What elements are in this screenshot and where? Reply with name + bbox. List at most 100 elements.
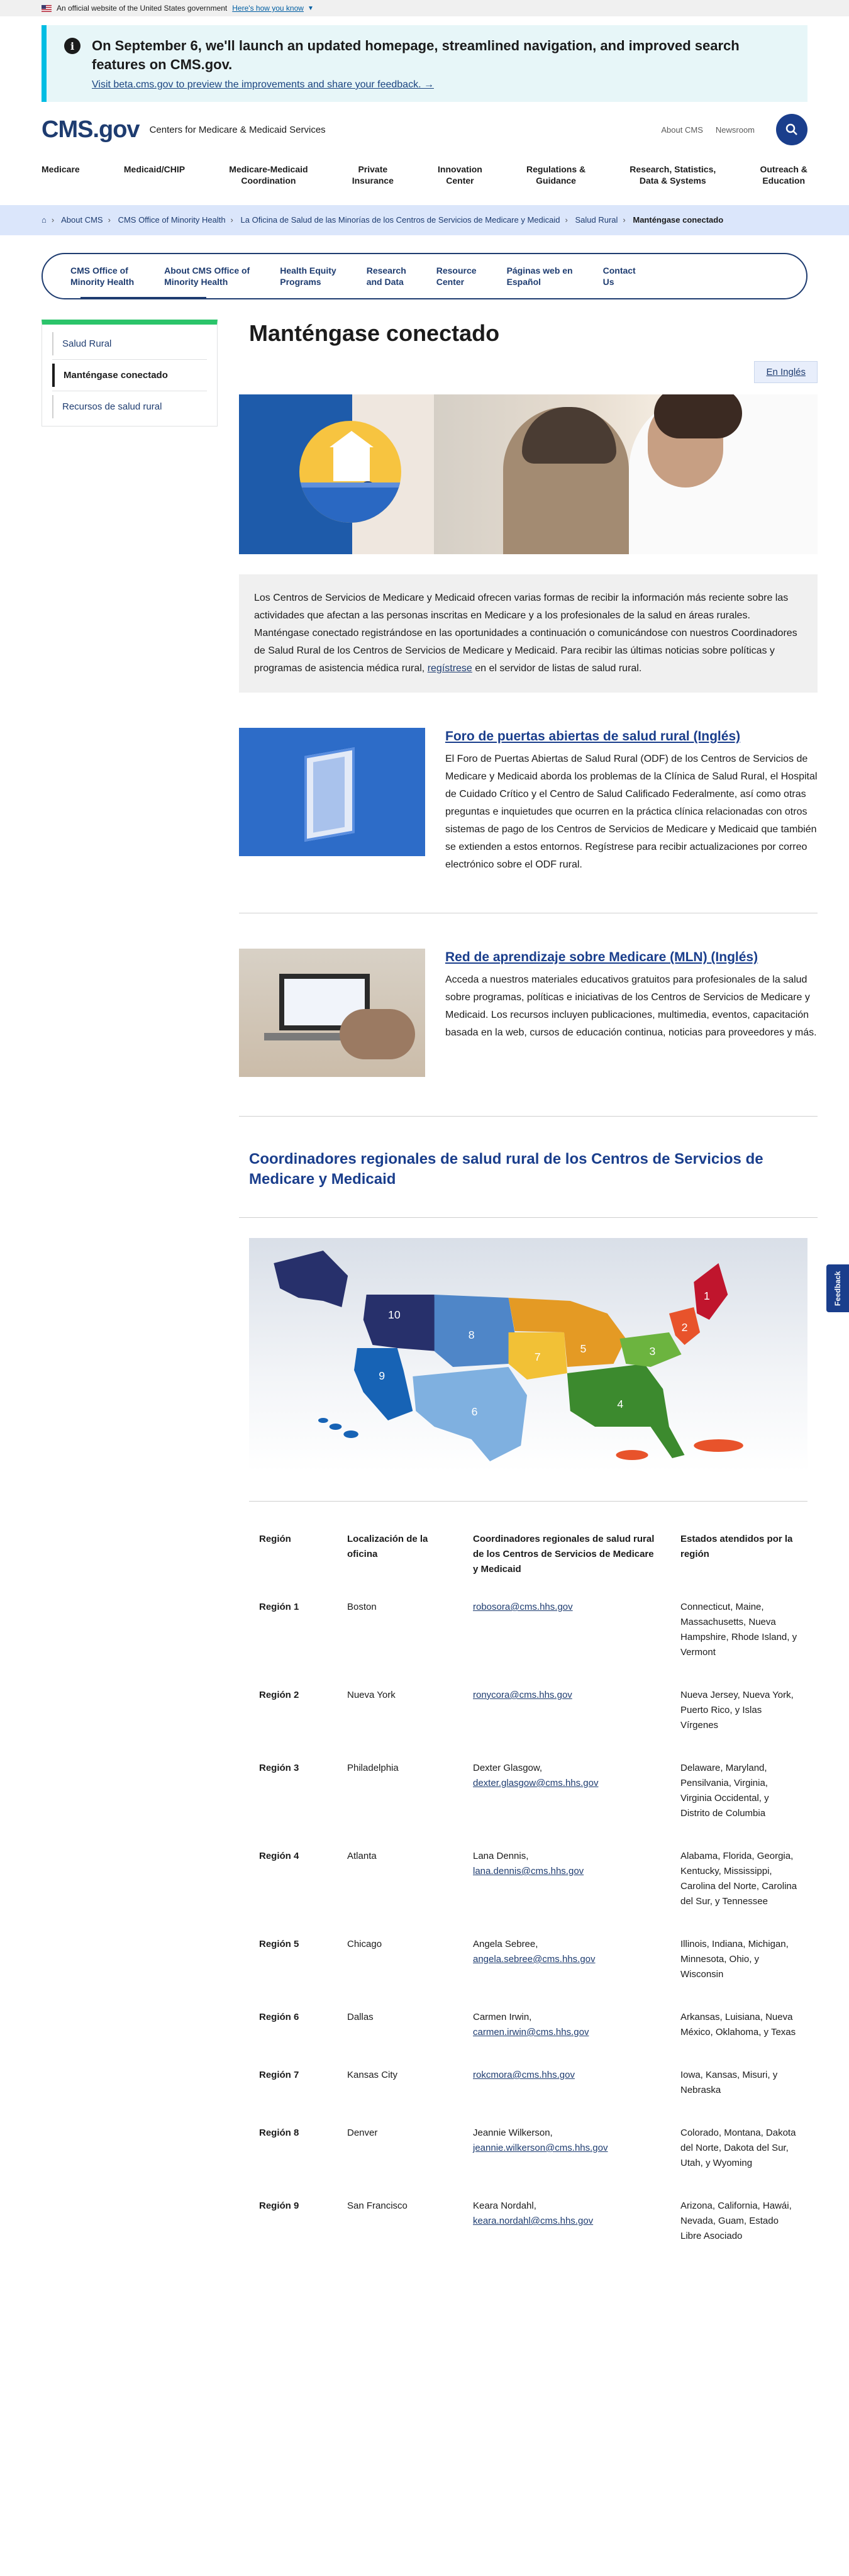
card-odf-title-link[interactable]: Foro de puertas abiertas de salud rural … <box>445 728 818 745</box>
subnav-omh[interactable]: CMS Office of Minority Health <box>55 265 149 287</box>
nav-medicaid-chip[interactable]: Medicaid/CHIP <box>124 164 185 175</box>
table-row: Región 8 Denver Jeannie Wilkerson, jeannie.… <box>249 2126 807 2199</box>
cell-coordinator: Lana Dennis, lana.dennis@cms.hhs.gov <box>463 1849 670 1937</box>
nav-innovation-center[interactable]: Innovation Center <box>438 164 482 186</box>
subnav-contact[interactable]: Contact Us <box>588 265 651 287</box>
sidebar: Salud Rural Manténgase conectado Recurso… <box>42 320 218 427</box>
main-nav: Medicare Medicaid/CHIP Medicare-Medicaid… <box>0 157 849 205</box>
coordinator-email-link[interactable]: angela.sebree@cms.hhs.gov <box>473 1954 596 1965</box>
breadcrumb-about-cms[interactable]: About CMS <box>61 215 103 225</box>
subnav-resource-center[interactable]: Resource Center <box>421 265 492 287</box>
alert-link[interactable]: Visit beta.cms.gov to preview the improv… <box>92 79 434 91</box>
table-row: Región 1 Boston robosora@cms.hhs.gov Connec… <box>249 1600 807 1688</box>
nav-outreach-education[interactable]: Outreach & Education <box>760 164 807 186</box>
home-icon[interactable]: ⌂ <box>42 215 47 225</box>
info-icon: i <box>64 38 80 54</box>
subnav-about-omh[interactable]: About CMS Office of Minority Health <box>149 265 265 287</box>
subnav-research-data[interactable]: Research and Data <box>352 265 421 287</box>
col-office: Localización de la oficina <box>347 1534 428 1559</box>
table-row: Región 7 Kansas City rokcmora@cms.hhs.gov I… <box>249 2068 807 2126</box>
open-door-image <box>239 728 425 856</box>
breadcrumb-salud-rural[interactable]: Salud Rural <box>575 215 618 225</box>
map-label-9: 9 <box>379 1369 385 1382</box>
coordinators-table-wrap: Región Localización de la oficina Coordi… <box>249 1501 807 2272</box>
coordinator-email-link[interactable]: lana.dennis@cms.hhs.gov <box>473 1866 584 1876</box>
laptop-image <box>239 949 425 1077</box>
col-states: Estados atendidos por la región <box>680 1534 793 1559</box>
coordinator-email-link[interactable]: carmen.irwin@cms.hhs.gov <box>473 2027 589 2038</box>
rural-hospital-icon: + <box>299 421 401 523</box>
cms-logo[interactable]: CMS.gov <box>42 116 140 143</box>
cell-coordinator: Keara Nordahl, keara.nordahl@cms.hhs.gov <box>463 2199 670 2272</box>
intro-tail: en el servidor de listas de salud rural. <box>472 663 642 674</box>
us-regions-map-graphic: 1 2 3 4 5 6 7 8 9 10 <box>274 1251 743 1461</box>
nav-regulations-guidance[interactable]: Regulations & Guidance <box>526 164 585 186</box>
col-region: Región <box>259 1534 291 1544</box>
language-toggle-button[interactable]: En Inglés <box>754 361 818 383</box>
map-label-5: 5 <box>580 1342 587 1355</box>
search-icon <box>785 123 797 135</box>
cell-coordinator: Carmen Irwin, carmen.irwin@cms.hhs.gov <box>463 2010 670 2068</box>
brand[interactable]: CMS.gov Centers for Medicare & Medicaid … <box>42 116 326 143</box>
table-row: Región 9 San Francisco Keara Nordahl, keara… <box>249 2199 807 2272</box>
coordinators-table: Región Localización de la oficina Coordi… <box>249 1532 807 2272</box>
cell-office: Atlanta <box>347 1851 377 1861</box>
breadcrumb-current: Manténgase conectado <box>633 215 724 225</box>
cell-coordinator: robosora@cms.hhs.gov <box>463 1600 670 1688</box>
nav-medicare[interactable]: Medicare <box>42 164 80 175</box>
cell-office: Kansas City <box>347 2070 398 2080</box>
nav-medicare-medicaid-coordination[interactable]: Medicare-Medicaid Coordination <box>229 164 308 186</box>
subnav-health-equity[interactable]: Health Equity Programs <box>265 265 351 287</box>
newsroom-link[interactable]: Newsroom <box>716 125 755 135</box>
coordinator-email-link[interactable]: ronycora@cms.hhs.gov <box>473 1690 572 1700</box>
nav-private-insurance[interactable]: Private Insurance <box>352 164 394 186</box>
site-alert: i On September 6, we'll launch an update… <box>42 25 807 102</box>
coordinator-email-link[interactable]: dexter.glasgow@cms.hhs.gov <box>473 1778 599 1788</box>
cell-states: Connecticut, Maine, Massachusetts, Nueva… <box>680 1602 797 1658</box>
about-cms-link[interactable]: About CMS <box>661 125 702 135</box>
cell-region: Región 4 <box>259 1851 299 1861</box>
brand-subtitle: Centers for Medicare & Medicaid Services <box>149 124 326 135</box>
coordinator-email-link[interactable]: rokcmora@cms.hhs.gov <box>473 2070 575 2080</box>
coordinators-heading: Coordinadores regionales de salud rural … <box>249 1151 763 1188</box>
intro-box: Los Centros de Servicios de Medicare y M… <box>239 574 818 693</box>
cell-states: Iowa, Kansas, Misuri, y Nebraska <box>680 2070 778 2095</box>
cell-office: Chicago <box>347 1939 382 1949</box>
col-coordinators: Coordinadores regionales de salud rural … <box>473 1534 655 1575</box>
nav-research-statistics[interactable]: Research, Statistics, Data & Systems <box>630 164 716 186</box>
coordinator-email-link[interactable]: jeannie.wilkerson@cms.hhs.gov <box>473 2143 608 2153</box>
cell-region: Región 7 <box>259 2070 299 2080</box>
table-row: Región 3 Philadelphia Dexter Glasgow, dexte… <box>249 1761 807 1849</box>
breadcrumb-oficina[interactable]: La Oficina de Salud de las Minorías de l… <box>241 215 560 225</box>
cell-office: Philadelphia <box>347 1763 399 1773</box>
table-row: Región 4 Atlanta Lana Dennis, lana.dennis@c… <box>249 1849 807 1937</box>
sidebar-item-current[interactable]: Manténgase conectado <box>52 364 207 387</box>
coordinator-email-link[interactable]: robosora@cms.hhs.gov <box>473 1602 573 1612</box>
chevron-down-icon[interactable]: ▼ <box>308 5 314 12</box>
intro-text: Los Centros de Servicios de Medicare y M… <box>254 593 797 674</box>
cell-region: Región 6 <box>259 2012 299 2022</box>
coordinator-name: Dexter Glasgow, <box>473 1763 543 1773</box>
register-link[interactable]: regístrese <box>428 663 472 674</box>
coordinator-email-link[interactable]: keara.nordahl@cms.hhs.gov <box>473 2216 593 2226</box>
card-odf-text: El Foro de Puertas Abiertas de Salud Rur… <box>445 754 818 870</box>
regions-map: 1 2 3 4 5 6 7 8 9 10 <box>249 1238 807 1472</box>
coordinator-name: Jeannie Wilkerson, <box>473 2127 553 2138</box>
search-button[interactable] <box>776 114 807 145</box>
cell-states: Arkansas, Luisiana, Nueva México, Oklaho… <box>680 2012 796 2038</box>
gov-banner: An official website of the United States… <box>0 0 849 16</box>
cell-states: Colorado, Montana, Dakota del Norte, Dak… <box>680 2127 796 2168</box>
map-label-2: 2 <box>682 1321 688 1334</box>
heres-how-you-know-link[interactable]: Here's how you know <box>232 4 304 13</box>
sidebar-item-salud-rural[interactable]: Salud Rural <box>52 332 207 355</box>
sidebar-item-recursos[interactable]: Recursos de salud rural <box>52 395 207 418</box>
cell-region: Región 9 <box>259 2200 299 2211</box>
card-mln-title-link[interactable]: Red de aprendizaje sobre Medicare (MLN) … <box>445 949 818 966</box>
table-row: Región 2 Nueva York ronycora@cms.hhs.gov Nu… <box>249 1688 807 1761</box>
breadcrumb-omh[interactable]: CMS Office of Minority Health <box>118 215 226 225</box>
utility-nav: About CMS Newsroom <box>661 114 807 145</box>
subnav-espanol[interactable]: Páginas web en Español <box>492 265 588 287</box>
feedback-button[interactable]: Feedback <box>826 1264 849 1312</box>
site-header: CMS.gov Centers for Medicare & Medicaid … <box>0 102 849 157</box>
cell-region: Región 5 <box>259 1939 299 1949</box>
